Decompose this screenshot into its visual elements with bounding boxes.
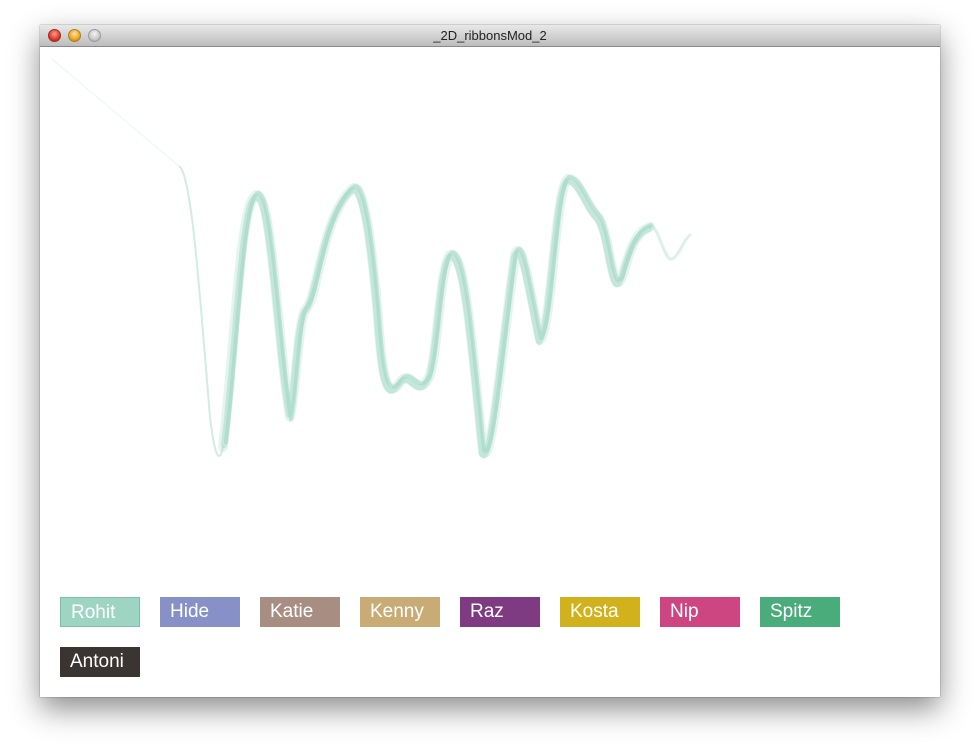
person-button-katie[interactable]: Katie: [260, 597, 340, 627]
app-window: _2D_ribbonsMod_2 Rohit Hide Katie Kenny …: [40, 25, 940, 697]
ribbon-faint-lead: [51, 58, 181, 168]
ribbon-main: [218, 174, 655, 459]
person-button-kosta[interactable]: Kosta: [560, 597, 640, 627]
person-button-raz[interactable]: Raz: [460, 597, 540, 627]
person-button-spitz[interactable]: Spitz: [760, 597, 840, 627]
window-title: _2D_ribbonsMod_2: [433, 28, 547, 43]
person-button-nip[interactable]: Nip: [660, 597, 740, 627]
person-button-kenny[interactable]: Kenny: [360, 597, 440, 627]
person-button-rohit[interactable]: Rohit: [60, 597, 140, 627]
person-button-hide[interactable]: Hide: [160, 597, 240, 627]
ribbon-lead-in: [179, 166, 224, 457]
person-button-antoni[interactable]: Antoni: [60, 647, 140, 677]
title-bar[interactable]: _2D_ribbonsMod_2: [40, 25, 940, 47]
ribbon-tail: [648, 225, 692, 261]
sketch-canvas[interactable]: Rohit Hide Katie Kenny Raz Kosta Nip Spi…: [40, 47, 940, 697]
